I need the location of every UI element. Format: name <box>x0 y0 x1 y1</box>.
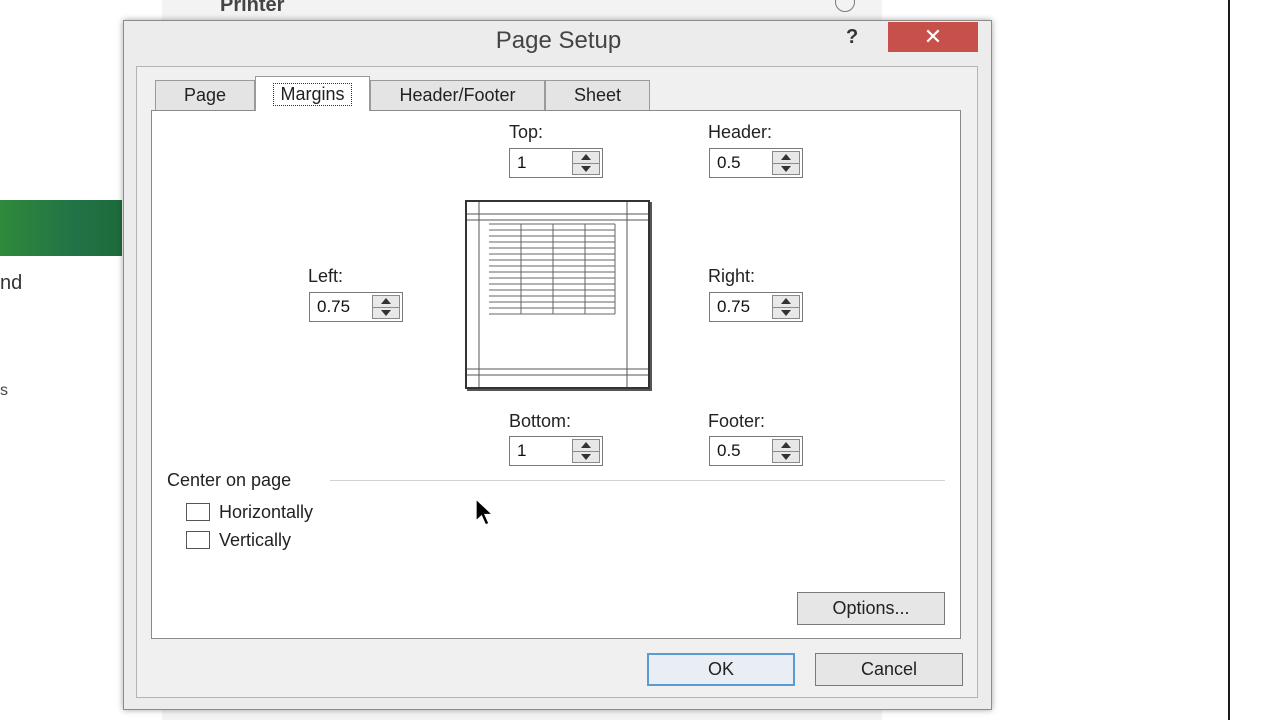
printer-heading: Printer <box>220 0 285 16</box>
bottom-label: Bottom: <box>509 411 572 431</box>
tab-page-label: Page <box>183 85 227 105</box>
ok-button[interactable]: OK <box>647 653 795 686</box>
spin-down-icon[interactable] <box>772 451 800 463</box>
options-button[interactable]: Options... <box>797 592 945 625</box>
backstage-item-text: nd <box>0 272 23 294</box>
spin-down-icon[interactable] <box>772 307 800 319</box>
footer-margin-stepper[interactable] <box>709 436 803 466</box>
right-margin-input[interactable] <box>710 293 768 321</box>
top-margin-input[interactable] <box>510 149 568 177</box>
page-preview <box>465 200 650 389</box>
preview-page-border <box>1228 0 1230 720</box>
horizontally-label[interactable]: Horizontally <box>219 502 313 523</box>
spin-up-icon[interactable] <box>772 295 800 308</box>
header-margin-stepper[interactable] <box>709 148 803 178</box>
close-icon[interactable]: ✕ <box>888 22 978 52</box>
center-on-page-label: Center on page <box>167 470 292 490</box>
right-label: Right: <box>708 266 756 286</box>
spin-down-icon[interactable] <box>572 163 600 175</box>
page-preview-graphic <box>467 202 648 387</box>
help-icon[interactable]: ? <box>846 26 858 49</box>
tab-header-footer[interactable]: Header/Footer <box>370 80 545 110</box>
footer-margin-input[interactable] <box>710 437 768 465</box>
spin-down-icon[interactable] <box>572 451 600 463</box>
horizontally-checkbox[interactable]: Horizontally <box>186 501 313 523</box>
dialog-title: Page Setup <box>495 27 622 54</box>
spin-up-icon[interactable] <box>772 439 800 452</box>
tab-sheet-label: Sheet <box>573 85 622 105</box>
backstage-item-text-2: s <box>0 382 8 399</box>
vertically-checkbox-box[interactable] <box>186 531 210 549</box>
tab-margins[interactable]: Margins <box>255 76 370 111</box>
spin-down-icon[interactable] <box>772 163 800 175</box>
left-margin-stepper[interactable] <box>309 292 403 322</box>
mouse-pointer-icon <box>475 498 495 526</box>
top-margin-stepper[interactable] <box>509 148 603 178</box>
vertically-checkbox[interactable]: Vertically <box>186 529 291 551</box>
spin-up-icon[interactable] <box>572 439 600 452</box>
spin-down-icon[interactable] <box>372 307 400 319</box>
bottom-margin-input[interactable] <box>510 437 568 465</box>
top-label: Top: <box>509 122 544 142</box>
spin-up-icon[interactable] <box>772 151 800 164</box>
header-margin-input[interactable] <box>710 149 768 177</box>
preview-grid <box>489 223 616 315</box>
tab-margins-label: Margins <box>273 82 352 106</box>
cancel-button[interactable]: Cancel <box>815 653 963 686</box>
left-label: Left: <box>308 266 344 286</box>
right-margin-stepper[interactable] <box>709 292 803 322</box>
header-label: Header: <box>708 122 773 142</box>
footer-label: Footer: <box>708 411 766 431</box>
vertically-label[interactable]: Vertically <box>219 530 291 551</box>
bottom-margin-stepper[interactable] <box>509 436 603 466</box>
tab-page[interactable]: Page <box>155 80 255 110</box>
group-divider <box>330 480 945 481</box>
spin-up-icon[interactable] <box>572 151 600 164</box>
backstage-selected-item[interactable] <box>0 200 122 256</box>
tab-sheet[interactable]: Sheet <box>545 80 650 110</box>
horizontally-checkbox-box[interactable] <box>186 503 210 521</box>
left-margin-input[interactable] <box>310 293 368 321</box>
tab-header-footer-label: Header/Footer <box>399 85 516 105</box>
spin-up-icon[interactable] <box>372 295 400 308</box>
